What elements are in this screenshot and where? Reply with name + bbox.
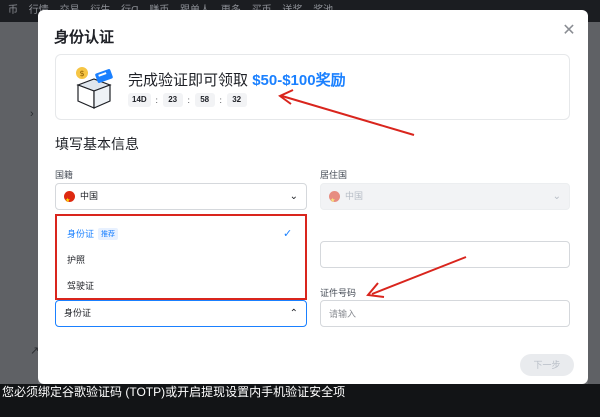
background-sidebar <box>0 22 38 387</box>
timer-seconds: 32 <box>226 93 247 107</box>
timer-hours: 23 <box>162 93 183 107</box>
residence-value: 中国 <box>345 191 364 201</box>
id-type-value: 身份证 <box>64 308 92 318</box>
timer-separator: : <box>219 95 222 105</box>
residence-label: 居住国 <box>320 170 348 180</box>
dropdown-option-passport[interactable]: 护照 <box>67 253 85 266</box>
background-right-panel <box>588 22 600 387</box>
nationality-value: 中国 <box>80 191 99 201</box>
nationality-select[interactable]: 中国 ⌄ <box>55 183 307 214</box>
promo-amount: $50-$100奖励 <box>252 72 346 89</box>
reward-illustration-icon: $ <box>76 67 113 109</box>
timer-days: 14D <box>128 93 151 107</box>
nationality-label: 国籍 <box>55 170 74 180</box>
recommended-badge: 推荐 <box>98 227 119 240</box>
promo-text: 完成验证即可领取 <box>128 72 249 89</box>
timer-separator: : <box>155 95 158 105</box>
option-label: 驾驶证 <box>67 281 95 291</box>
blank-input[interactable] <box>320 241 570 268</box>
promo-headline: 完成验证即可领取 $50-$100奖励 <box>128 69 346 90</box>
chevron-down-icon: ⌄ <box>552 191 561 202</box>
id-number-input[interactable] <box>320 300 570 327</box>
next-step-button[interactable]: 下一步 <box>520 354 574 376</box>
reward-promo-card: $ 完成验证即可领取 $50-$100奖励 14D : 23 : 58 : 32 <box>55 54 570 120</box>
security-warning-banner: 您必须绑定谷歌验证码 (TOTP)或开启提现设置内手机验证安全项 <box>0 384 600 417</box>
background-nav-item: 币 <box>8 5 18 16</box>
chevron-down-icon: ⌄ <box>289 191 298 202</box>
china-flag-icon <box>64 189 75 214</box>
dropdown-option-driver-license[interactable]: 驾驶证 <box>67 279 94 292</box>
option-label: 身份证 <box>67 229 95 239</box>
option-label: 护照 <box>67 255 86 265</box>
timer-minutes: 58 <box>194 93 215 107</box>
check-icon: ✓ <box>283 228 293 240</box>
svg-text:$: $ <box>79 69 84 78</box>
timer-separator: : <box>187 95 190 105</box>
identity-verification-modal: 身份认证 ✕ $ 完成验证即可领取 $50-$100奖励 14D : 23 : … <box>38 10 588 384</box>
dropdown-option-id-card[interactable]: 身份证 推荐 <box>67 227 119 240</box>
id-number-field[interactable] <box>321 301 569 326</box>
id-type-select[interactable]: 身份证 ⌃ <box>55 300 307 327</box>
china-flag-icon <box>329 189 340 214</box>
id-type-dropdown: 身份证 推荐 ✓ 护照 驾驶证 <box>55 214 307 300</box>
section-title: 填写基本信息 <box>55 136 139 152</box>
chevron-right-icon: › <box>30 108 34 120</box>
id-number-label: 证件号码 <box>320 288 357 298</box>
chevron-up-icon: ⌃ <box>289 308 298 319</box>
residence-select: 中国 ⌄ <box>320 183 570 214</box>
countdown-timer: 14D : 23 : 58 : 32 <box>128 93 247 107</box>
blank-text-field[interactable] <box>321 242 569 267</box>
modal-title: 身份认证 <box>54 29 115 46</box>
close-icon[interactable]: ✕ <box>560 22 578 40</box>
